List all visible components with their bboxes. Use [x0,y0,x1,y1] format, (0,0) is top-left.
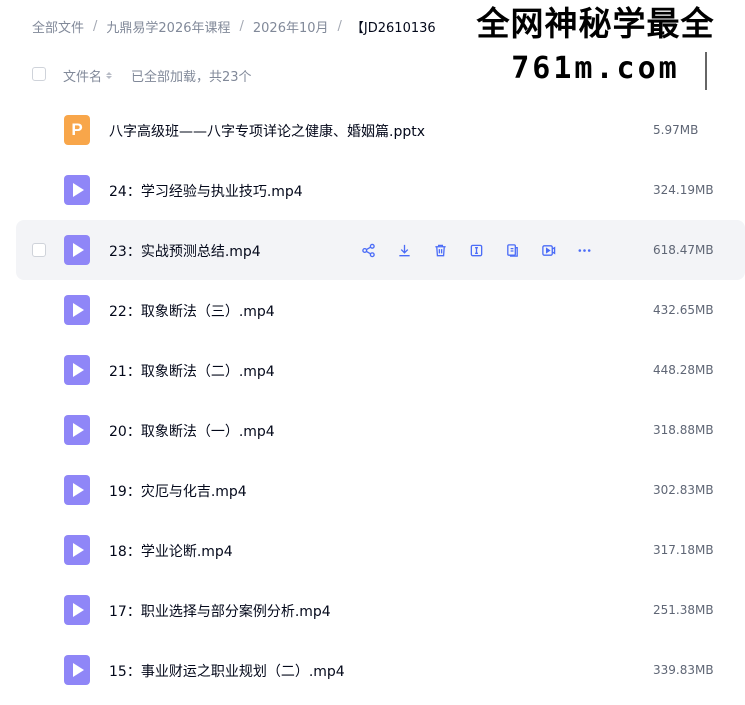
breadcrumb: 全部文件 / 九鼎易学2026年课程 / 2026年10月 / 【JD26101… [0,0,460,52]
file-size: 302.83MB [653,483,714,497]
play-triangle-icon [73,303,84,317]
breadcrumb-month[interactable]: 2026年10月 [253,17,329,36]
file-name[interactable]: 17：职业选择与部分案例分析.mp4 [109,601,331,621]
breadcrumb-separator: / [337,18,342,34]
play-triangle-icon [73,243,84,257]
video-icon [64,595,90,625]
video-icon [64,355,90,385]
play-triangle-icon [73,423,84,437]
loaded-status: 已全部加载，共23个 [131,70,252,85]
share-icon[interactable] [356,239,380,261]
file-size: 339.83MB [653,663,714,677]
video-icon [64,235,90,265]
file-name[interactable]: 22：取象断法（三）.mp4 [109,301,275,321]
file-row[interactable]: 23：实战预测总结.mp4 618.47MB [16,220,745,280]
sort-icon [106,72,113,79]
file-row[interactable]: 17：职业选择与部分案例分析.mp4 251.38MB [0,580,745,640]
file-row[interactable]: P 八字高级班——八字专项详论之健康、婚姻篇.pptx 5.97MB [0,100,745,160]
sort-by-name[interactable]: 文件名 [63,66,113,85]
file-name[interactable]: 21：取象断法（二）.mp4 [109,361,275,381]
watermark-line1: 全网神秘学最全 [476,4,715,43]
rename-icon[interactable] [464,239,488,261]
play-triangle-icon [73,483,84,497]
file-row[interactable]: 19：灾厄与化吉.mp4 302.83MB [0,460,745,520]
delete-icon[interactable] [428,239,452,261]
file-row[interactable]: 21：取象断法（二）.mp4 448.28MB [0,340,745,400]
pptx-letter: P [71,120,83,139]
breadcrumb-separator: / [239,18,244,34]
more-icon[interactable] [572,239,596,261]
list-header: 文件名 已全部加载，共23个 [0,52,745,98]
breadcrumb-all-files[interactable]: 全部文件 [32,17,84,36]
file-row[interactable]: 22：取象断法（三）.mp4 432.65MB [0,280,745,340]
file-row[interactable]: 15：事业财运之职业规划（二）.mp4 339.83MB [0,640,745,700]
file-name[interactable]: 20：取象断法（一）.mp4 [109,421,275,441]
file-name[interactable]: 八字高级班——八字专项详论之健康、婚姻篇.pptx [109,121,425,141]
file-size: 432.65MB [653,303,714,317]
pptx-icon: P [64,115,90,145]
column-label: 文件名 [63,70,103,85]
file-size: 251.38MB [653,603,714,617]
play-triangle-icon [73,363,84,377]
file-name[interactable]: 19：灾厄与化吉.mp4 [109,481,247,501]
file-size: 318.88MB [653,423,714,437]
file-size: 317.18MB [653,543,714,557]
video-icon [64,175,90,205]
play-triangle-icon [73,663,84,677]
breadcrumb-current: 【JD2610136 [350,20,436,36]
play-triangle-icon [73,603,84,617]
file-name[interactable]: 24：学习经验与执业技巧.mp4 [109,181,303,201]
file-row[interactable]: 24：学习经验与执业技巧.mp4 324.19MB [0,160,745,220]
breadcrumb-separator: / [93,18,98,34]
row-checkbox[interactable] [32,243,46,257]
download-icon[interactable] [392,239,416,261]
file-list: P 八字高级班——八字专项详论之健康、婚姻篇.pptx 5.97MB 24：学习… [0,100,745,700]
video-icon [64,415,90,445]
video-icon [64,295,90,325]
select-all-checkbox[interactable] [32,67,46,81]
copy-icon[interactable] [500,239,524,261]
file-name[interactable]: 23：实战预测总结.mp4 [109,241,261,261]
file-row[interactable]: 20：取象断法（一）.mp4 318.88MB [0,400,745,460]
file-row[interactable]: 18：学业论断.mp4 317.18MB [0,520,745,580]
file-name[interactable]: 15：事业财运之职业规划（二）.mp4 [109,661,345,681]
video-icon [64,475,90,505]
file-size: 5.97MB [653,123,699,137]
file-size: 324.19MB [653,183,714,197]
breadcrumb-course[interactable]: 九鼎易学2026年课程 [106,17,230,36]
file-size: 618.47MB [653,243,714,257]
play-icon[interactable] [536,239,560,261]
file-name[interactable]: 18：学业论断.mp4 [109,541,233,561]
play-triangle-icon [73,183,84,197]
file-size: 448.28MB [653,363,714,377]
play-triangle-icon [73,543,84,557]
video-icon [64,535,90,565]
row-actions [356,239,608,261]
video-icon [64,655,90,685]
